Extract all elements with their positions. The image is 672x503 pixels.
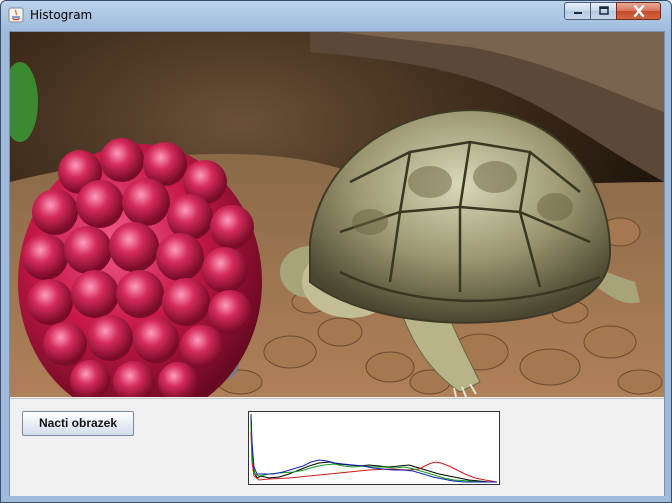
client-area: Nacti obrazek [9,31,665,496]
control-panel: Nacti obrazek [10,398,664,496]
application-window: Histogram Nacti obrazek [0,0,672,503]
histogram-plot [250,413,498,483]
close-icon [633,5,644,17]
histogram-panel [248,411,500,485]
loaded-image [10,32,664,397]
minimize-button[interactable] [564,2,591,20]
close-button[interactable] [616,2,661,20]
maximize-button[interactable] [590,2,617,20]
java-app-icon [8,7,24,23]
photo-drawing [10,32,664,397]
load-image-button[interactable]: Nacti obrazek [22,411,134,436]
maximize-icon [598,6,609,15]
window-title: Histogram [30,8,93,22]
histogram-green-series [250,421,497,483]
title-bar[interactable]: Histogram [1,1,671,29]
minimize-icon [573,12,582,14]
